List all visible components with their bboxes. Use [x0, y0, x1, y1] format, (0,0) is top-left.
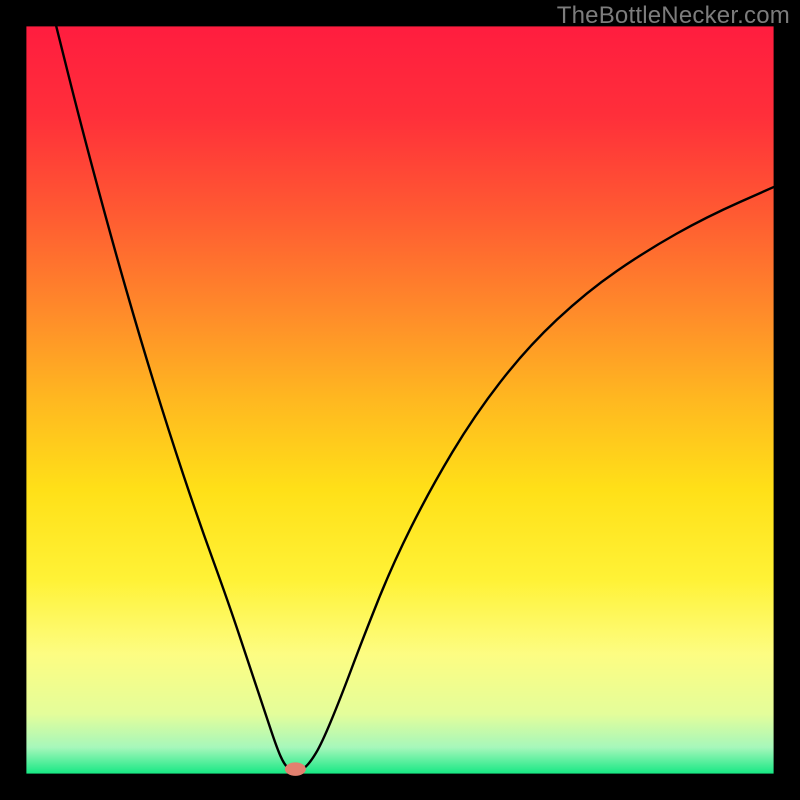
optimal-marker [285, 762, 306, 775]
bottleneck-chart [0, 0, 800, 800]
plot-area [26, 26, 773, 773]
watermark-text: TheBottleNecker.com [557, 2, 790, 30]
chart-container: TheBottleNecker.com [0, 0, 800, 800]
